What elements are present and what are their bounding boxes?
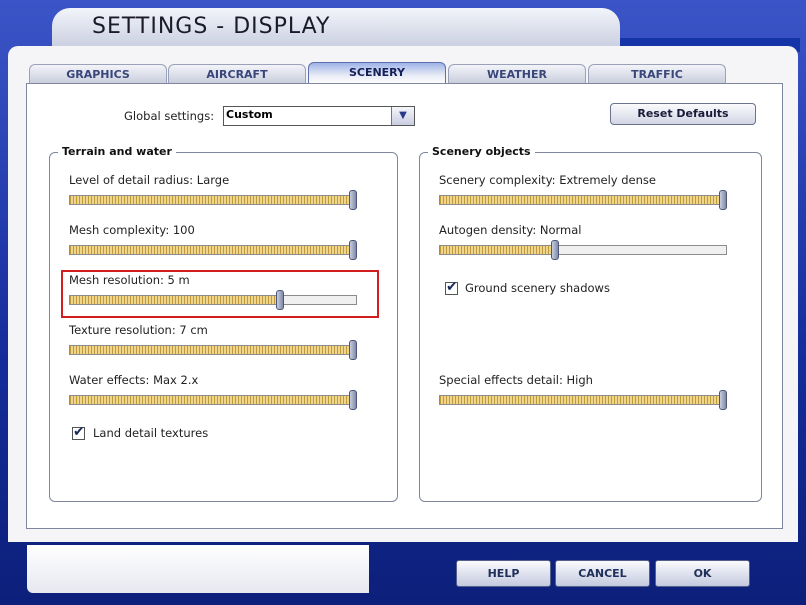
ground-shadows-label: Ground scenery shadows [465,281,610,295]
lod-radius-handle[interactable] [349,190,357,210]
window-title: SETTINGS - DISPLAY [92,14,331,39]
texture-resolution-label: Texture resolution: 7 cm [69,323,208,337]
mesh-complexity-slider[interactable] [69,245,357,255]
autogen-density-fill [440,246,553,254]
scenery-group-title: Scenery objects [428,145,535,158]
mesh-resolution-highlight [61,270,379,318]
lod-radius-fill [70,196,352,204]
scenery-complexity-label: Scenery complexity: Extremely dense [439,173,656,187]
special-effects-label: Special effects detail: High [439,373,593,387]
autogen-density-slider[interactable] [439,245,727,255]
global-settings-select[interactable]: Custom ▼ [223,106,415,126]
special-effects-fill [440,396,722,404]
tab-traffic[interactable]: TRAFFIC [588,64,726,84]
mesh-complexity-handle[interactable] [349,240,357,260]
checkmark-icon: ✔ [73,424,85,440]
checkmark-icon: ✔ [446,279,458,295]
mesh-complexity-fill [70,246,352,254]
water-effects-handle[interactable] [349,390,357,410]
texture-resolution-slider[interactable] [69,345,357,355]
water-effects-slider[interactable] [69,395,357,405]
special-effects-handle[interactable] [719,390,727,410]
global-settings-label: Global settings: [124,109,215,123]
status-panel [27,545,369,593]
cancel-button[interactable]: CANCEL [555,560,650,587]
land-detail-label: Land detail textures [93,426,209,440]
terrain-group-title: Terrain and water [58,145,176,158]
mesh-complexity-label: Mesh complexity: 100 [69,223,195,237]
scenery-complexity-handle[interactable] [719,190,727,210]
ok-button[interactable]: OK [655,560,750,587]
texture-resolution-handle[interactable] [349,340,357,360]
scenery-complexity-fill [440,196,722,204]
lod-radius-slider[interactable] [69,195,357,205]
global-settings-value: Custom [226,108,273,121]
tab-scenery[interactable]: SCENERY [308,62,446,84]
lod-radius-label: Level of detail radius: Large [69,173,230,187]
tab-graphics[interactable]: GRAPHICS [29,64,167,84]
water-effects-fill [70,396,352,404]
tab-aircraft[interactable]: AIRCRAFT [168,64,306,84]
help-button[interactable]: HELP [456,560,551,587]
ground-shadows-checkbox[interactable]: ✔ [445,279,458,295]
special-effects-slider[interactable] [439,395,727,405]
reset-defaults-button[interactable]: Reset Defaults [610,103,756,125]
water-effects-label: Water effects: Max 2.x [69,373,199,387]
land-detail-checkbox[interactable]: ✔ [72,424,85,440]
chevron-down-icon[interactable]: ▼ [391,107,414,125]
texture-resolution-fill [70,346,352,354]
scenery-complexity-slider[interactable] [439,195,727,205]
autogen-density-handle[interactable] [551,240,559,260]
autogen-density-label: Autogen density: Normal [439,223,582,237]
tab-weather[interactable]: WEATHER [448,64,586,84]
